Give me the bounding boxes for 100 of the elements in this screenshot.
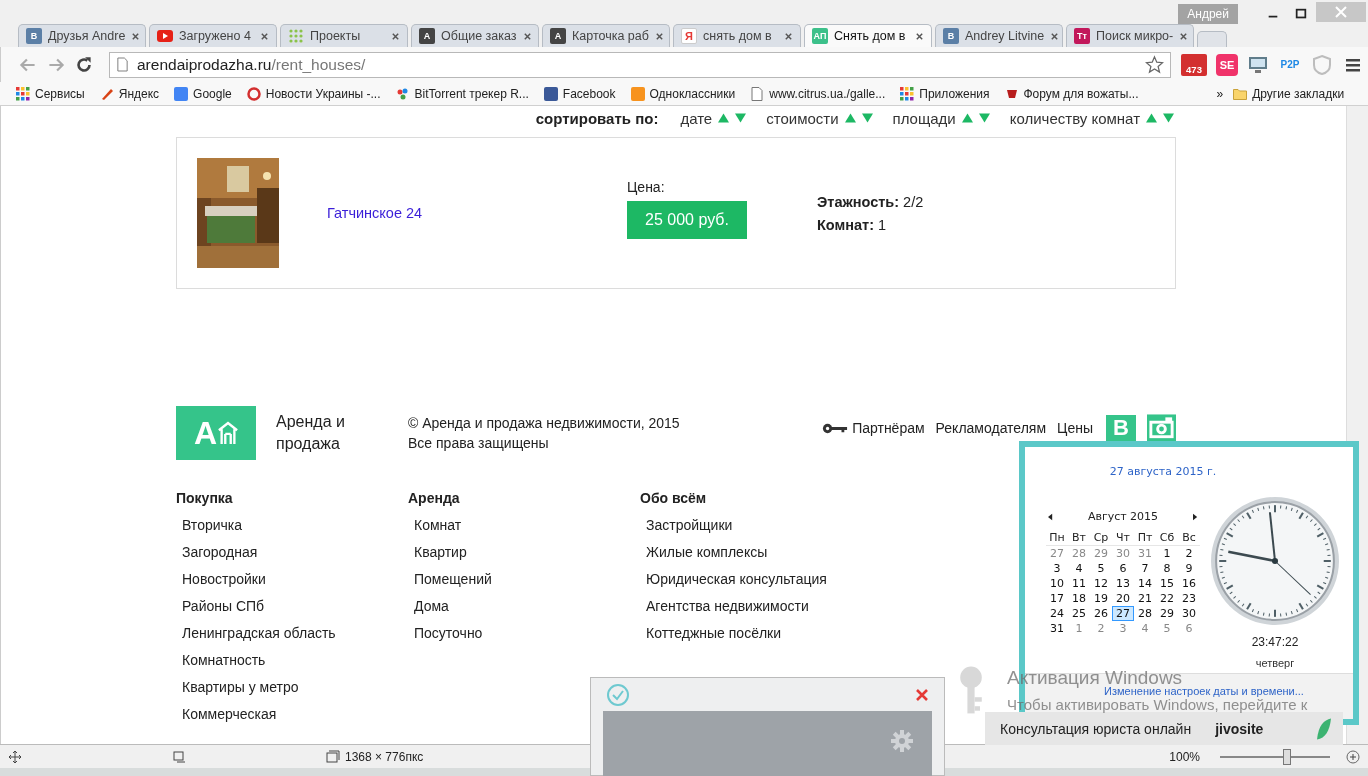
- chat-widget[interactable]: Консультация юриста онлайн jivosite: [985, 712, 1343, 745]
- calendar-day[interactable]: 13: [1112, 576, 1134, 591]
- calendar-day[interactable]: 30: [1178, 606, 1200, 621]
- calendar-day[interactable]: 14: [1134, 576, 1156, 591]
- footer-link[interactable]: Ленинградская область: [182, 620, 408, 647]
- calendar-day[interactable]: 31: [1046, 621, 1068, 636]
- calendar-day[interactable]: 20: [1112, 591, 1134, 606]
- footer-link[interactable]: Агентства недвижимости: [646, 593, 872, 620]
- calendar-day[interactable]: 31: [1134, 546, 1156, 561]
- footer-link[interactable]: Районы СПб: [182, 593, 408, 620]
- weekday-text: четверг: [1255, 657, 1295, 669]
- bookmark-link[interactable]: Facebook: [543, 86, 616, 101]
- calendar-day[interactable]: 22: [1156, 591, 1178, 606]
- mail-extension[interactable]: 473: [1181, 53, 1207, 76]
- calendar-day[interactable]: 7: [1134, 561, 1156, 576]
- footer-link[interactable]: Коммерческая: [182, 701, 408, 728]
- calendar-day[interactable]: 3: [1112, 621, 1134, 636]
- date-link[interactable]: 27 августа 2015 г.: [1109, 465, 1217, 478]
- bookmark-link[interactable]: www.citrus.ua./galle...: [750, 86, 886, 101]
- calendar-day[interactable]: 17: [1046, 591, 1068, 606]
- extension-icon[interactable]: SE: [1216, 53, 1238, 76]
- weekday-label: Пт: [1134, 531, 1156, 546]
- calendar-day[interactable]: 15: [1156, 576, 1178, 591]
- calendar-day[interactable]: 4: [1134, 621, 1156, 636]
- footer-link[interactable]: Цены: [1057, 420, 1093, 436]
- calendar-day[interactable]: 27: [1112, 606, 1134, 621]
- bookmark-link[interactable]: BitTorrent трекер R...: [395, 86, 529, 101]
- calendar-day[interactable]: 11: [1068, 576, 1090, 591]
- calendar-day[interactable]: 26: [1090, 606, 1112, 621]
- calendar-day[interactable]: 16: [1178, 576, 1200, 591]
- footer-link[interactable]: Квартир: [414, 539, 640, 566]
- calendar-day[interactable]: 2: [1090, 621, 1112, 636]
- footer-link[interactable]: Коттеджные посёлки: [646, 620, 872, 647]
- listing-detail: Комнат: 1: [817, 216, 888, 233]
- more-bookmarks-button[interactable]: »: [1216, 86, 1224, 101]
- browser-tab[interactable]: В Друзья Andre: [18, 24, 146, 47]
- calendar-day[interactable]: 29: [1156, 606, 1178, 621]
- calendar-day[interactable]: 3: [1046, 561, 1068, 576]
- calendar-day[interactable]: 29: [1090, 546, 1112, 561]
- calendar-day[interactable]: 24: [1046, 606, 1068, 621]
- calendar-day[interactable]: 1: [1156, 546, 1178, 561]
- browser-tab[interactable]: A Карточка раб: [542, 24, 670, 47]
- calendar-day[interactable]: 9: [1178, 561, 1200, 576]
- footer-link[interactable]: Комнатность: [182, 647, 408, 674]
- browser-tab[interactable]: Я снять дом в: [673, 24, 801, 47]
- footer-link[interactable]: Рекламодателям: [935, 420, 1047, 436]
- calendar-day[interactable]: 28: [1134, 606, 1156, 621]
- bookmark-link[interactable]: Яндекс: [99, 86, 160, 101]
- listing-detail: Этажность: 2/2: [817, 193, 924, 210]
- footer-link[interactable]: Вторичка: [182, 512, 408, 539]
- calendar-day[interactable]: 23: [1178, 591, 1200, 606]
- bookmark-link[interactable]: Google: [174, 86, 232, 101]
- address-field[interactable]: arendaiprodazha.ru/rent_houses/: [109, 51, 1171, 78]
- footer-link[interactable]: Помещений: [414, 566, 640, 593]
- footer-link[interactable]: Дома: [414, 593, 640, 620]
- bookmark-folder[interactable]: Другие закладки: [1233, 86, 1345, 101]
- footer-link[interactable]: Жилые комплексы: [646, 539, 872, 566]
- bookmark-link[interactable]: Новости Украины -...: [246, 86, 381, 101]
- calendar-day[interactable]: 8: [1156, 561, 1178, 576]
- browser-tab[interactable]: Проекты: [280, 24, 408, 47]
- footer-link[interactable]: Загородная: [182, 539, 408, 566]
- sort-option[interactable]: стоимости: [766, 109, 839, 127]
- calendar-day[interactable]: 2: [1178, 546, 1200, 561]
- browser-tab[interactable]: Загружено 4: [149, 24, 277, 47]
- bookmark-link[interactable]: Форум для вожаты...: [1004, 86, 1139, 101]
- listing-link[interactable]: Гатчинское 24: [327, 205, 627, 221]
- calendar-day[interactable]: 30: [1112, 546, 1134, 561]
- browser-tab[interactable]: A Общие заказ: [411, 24, 539, 47]
- bookmark-link[interactable]: Приложения: [900, 86, 990, 101]
- calendar-day[interactable]: 10: [1046, 576, 1068, 591]
- calendar-day[interactable]: 5: [1090, 561, 1112, 576]
- calendar-day[interactable]: 21: [1134, 591, 1156, 606]
- extension-icon[interactable]: P2P: [1278, 53, 1302, 76]
- browser-tab[interactable]: АП Снять дом в: [804, 24, 932, 47]
- calendar-day[interactable]: 6: [1112, 561, 1134, 576]
- calendar-day[interactable]: 5: [1156, 621, 1178, 636]
- calendar-day[interactable]: 1: [1068, 621, 1090, 636]
- calendar-day[interactable]: 12: [1090, 576, 1112, 591]
- browser-tab[interactable]: В Andrey Litvine: [935, 24, 1063, 47]
- calendar-day[interactable]: 28: [1068, 546, 1090, 561]
- calendar-day[interactable]: 19: [1090, 591, 1112, 606]
- footer-link[interactable]: Новостройки: [182, 566, 408, 593]
- browser-tab[interactable]: Тт Поиск микро-: [1066, 24, 1194, 47]
- settings-link[interactable]: Изменение настроек даты и времени...: [1104, 685, 1304, 697]
- calendar-day[interactable]: 6: [1178, 621, 1200, 636]
- calendar-day[interactable]: 27: [1046, 546, 1068, 561]
- footer-link[interactable]: Посуточно: [414, 620, 640, 647]
- sort-option[interactable]: количеству комнат: [1009, 109, 1140, 127]
- sort-option[interactable]: площади: [892, 109, 956, 127]
- calendar-day[interactable]: 25: [1068, 606, 1090, 621]
- calendar-day[interactable]: 4: [1068, 561, 1090, 576]
- footer-link[interactable]: Застройщики: [646, 512, 872, 539]
- footer-link[interactable]: Партнёрам: [852, 420, 925, 436]
- bookmark-link[interactable]: Одноклассники: [630, 86, 736, 101]
- calendar-day[interactable]: 18: [1068, 591, 1090, 606]
- sort-option[interactable]: дате: [680, 109, 713, 127]
- bookmark-link[interactable]: Сервисы: [16, 86, 85, 101]
- footer-link[interactable]: Квартиры у метро: [182, 674, 408, 701]
- footer-link[interactable]: Юридическая консультация: [646, 566, 872, 593]
- footer-link[interactable]: Комнат: [414, 512, 640, 539]
